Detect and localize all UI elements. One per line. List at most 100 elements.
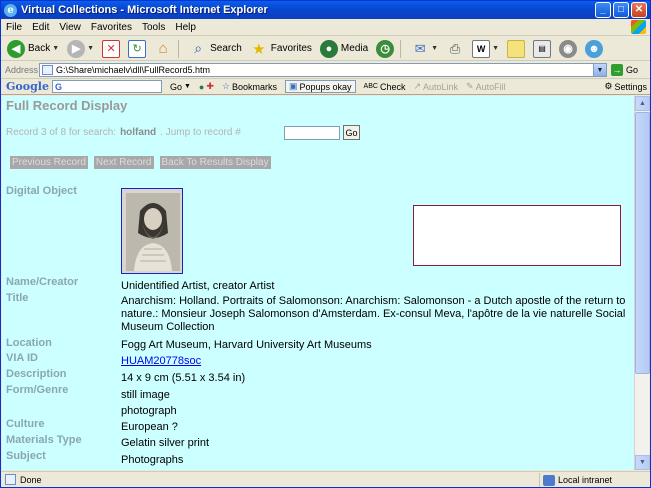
form-genre-value-photograph: photograph	[121, 405, 177, 417]
menu-tools[interactable]: Tools	[137, 22, 170, 33]
digital-object-thumbnail[interactable]	[121, 188, 183, 274]
printer-icon: ⎙	[449, 40, 461, 56]
research-button[interactable]: ▤	[531, 38, 553, 60]
vertical-scrollbar[interactable]: ▲ ▼	[634, 96, 650, 470]
close-button[interactable]: ✕	[631, 2, 647, 18]
google-go-button[interactable]: Go ▼	[170, 82, 191, 92]
discuss-button[interactable]	[505, 38, 527, 60]
google-globe-icon: ●	[198, 81, 205, 92]
google-autolink-button[interactable]: ↗ AutoLink	[413, 81, 458, 92]
mail-icon: ✉	[414, 40, 426, 56]
history-button[interactable]: ◷	[374, 38, 396, 60]
autolink-icon: ↗	[413, 81, 421, 91]
autofill-label: AutoFill	[475, 81, 506, 92]
location-label: Location	[6, 337, 52, 349]
materials-type-value: Gelatin silver print	[121, 437, 210, 449]
scrollbar-thumb[interactable]	[635, 112, 650, 374]
next-record-button[interactable]: Next Record	[93, 156, 154, 169]
check-label: Check	[379, 81, 406, 92]
status-text: Done	[20, 474, 42, 485]
digital-object-label: Digital Object	[6, 185, 77, 197]
security-zone: Local intranet	[539, 473, 612, 487]
bookmarks-label: Bookmarks	[231, 81, 277, 92]
edit-dropdown-icon[interactable]: ▼	[492, 45, 499, 52]
print-button[interactable]: ⎙	[444, 38, 466, 60]
window-title: Virtual Collections - Microsoft Internet…	[21, 4, 268, 16]
scroll-down-arrow-icon[interactable]: ▼	[635, 455, 650, 470]
refresh-icon: ↻	[128, 39, 147, 58]
google-search-input[interactable]: G	[51, 80, 162, 93]
forward-button[interactable]: ▶ ▼	[65, 38, 96, 60]
search-term: holfand	[120, 127, 157, 138]
google-autofill-button[interactable]: ✎ AutoFill	[466, 81, 506, 92]
form-genre-label: Form/Genre	[6, 384, 69, 396]
empty-frame-box	[413, 205, 621, 266]
media-button[interactable]: ● Media	[318, 38, 370, 60]
menu-view[interactable]: View	[54, 22, 86, 33]
window-controls: _ □ ✕	[595, 2, 647, 18]
google-check-button[interactable]: ABC Check	[364, 82, 406, 92]
autofill-icon: ✎	[466, 81, 474, 91]
search-prefix: Record 3 of 8 for search:	[6, 127, 117, 138]
back-dropdown-icon[interactable]: ▼	[52, 45, 59, 52]
spellcheck-icon: ABC	[363, 83, 378, 90]
mail-dropdown-icon[interactable]: ▼	[431, 45, 438, 52]
menu-favorites[interactable]: Favorites	[86, 22, 137, 33]
bookmarks-star-icon: ☆	[221, 81, 230, 91]
previous-record-button[interactable]: Previous Record	[10, 156, 88, 169]
stop-button[interactable]: ✕	[100, 38, 122, 60]
favorites-button[interactable]: ★ Favorites	[248, 38, 314, 60]
history-clock-icon: ◷	[376, 39, 395, 58]
record-navigation: Previous Record Next Record Back To Resu…	[10, 156, 271, 169]
maximize-button[interactable]: □	[613, 2, 629, 18]
discuss-note-icon	[507, 39, 526, 58]
google-search-icons[interactable]: ● ✚	[199, 81, 214, 92]
via-id-value: HUAM20778soc	[121, 355, 201, 367]
google-bookmarks-button[interactable]: ☆ Bookmarks	[222, 81, 277, 92]
page-content: Full Record Display Record 3 of 8 for se…	[2, 96, 634, 470]
autolink-label: AutoLink	[423, 81, 459, 92]
mail-button[interactable]: ✉ ▼	[409, 38, 440, 60]
edit-button[interactable]: W ▼	[470, 38, 501, 60]
name-creator-label: Name/Creator	[6, 276, 79, 288]
jump-go-button[interactable]: Go	[343, 125, 360, 140]
address-dropdown-icon[interactable]: ▼	[593, 64, 606, 76]
scroll-up-arrow-icon[interactable]: ▲	[635, 96, 650, 111]
minimize-button[interactable]: _	[595, 2, 611, 18]
title-label: Title	[6, 292, 29, 304]
menu-edit[interactable]: Edit	[27, 22, 54, 33]
google-settings-button[interactable]: ⚙ Settings	[604, 81, 647, 92]
search-label: Search	[210, 43, 242, 54]
favorites-label: Favorites	[270, 43, 312, 54]
form-genre-value-still-image: still image	[121, 389, 170, 401]
menu-file[interactable]: File	[1, 22, 27, 33]
back-label: Back	[28, 43, 51, 54]
windows-logo-icon	[631, 20, 646, 34]
address-input[interactable]: G:\Share\michaelv\dll\FullRecord5.htm ▼	[39, 63, 607, 77]
home-button[interactable]: ⌂	[152, 38, 174, 60]
google-go-label: Go	[169, 81, 182, 92]
internet-explorer-icon: e	[4, 3, 17, 17]
forward-dropdown-icon[interactable]: ▼	[87, 45, 94, 52]
page-title: Full Record Display	[6, 98, 128, 113]
google-popups-button[interactable]: ▣ Popups okay	[284, 80, 356, 93]
address-go-button[interactable]: → Go	[611, 64, 638, 76]
msn-people-icon: ☻	[585, 39, 604, 58]
google-logo: Google	[6, 80, 49, 93]
menu-help[interactable]: Help	[170, 22, 201, 33]
go-arrow-icon: →	[611, 64, 623, 76]
location-value: Fogg Art Museum, Harvard University Art …	[121, 339, 372, 351]
messenger-button[interactable]: ◉	[557, 38, 579, 60]
browser-window: e Virtual Collections - Microsoft Intern…	[0, 0, 651, 488]
title-value: Anarchism: Holland. Portraits of Salomon…	[121, 295, 626, 333]
refresh-button[interactable]: ↻	[126, 38, 148, 60]
back-button[interactable]: ◀ Back ▼	[5, 38, 61, 60]
via-id-link[interactable]: HUAM20778soc	[121, 355, 201, 367]
google-search-value: G	[54, 81, 62, 92]
back-to-results-button[interactable]: Back To Results Display	[159, 156, 271, 169]
jump-to-record-input[interactable]	[284, 126, 340, 140]
msn-button[interactable]: ☻	[583, 38, 605, 60]
search-button[interactable]: ⌕ Search	[187, 38, 244, 60]
title-bar[interactable]: e Virtual Collections - Microsoft Intern…	[1, 1, 650, 19]
zone-label: Local intranet	[558, 475, 613, 485]
